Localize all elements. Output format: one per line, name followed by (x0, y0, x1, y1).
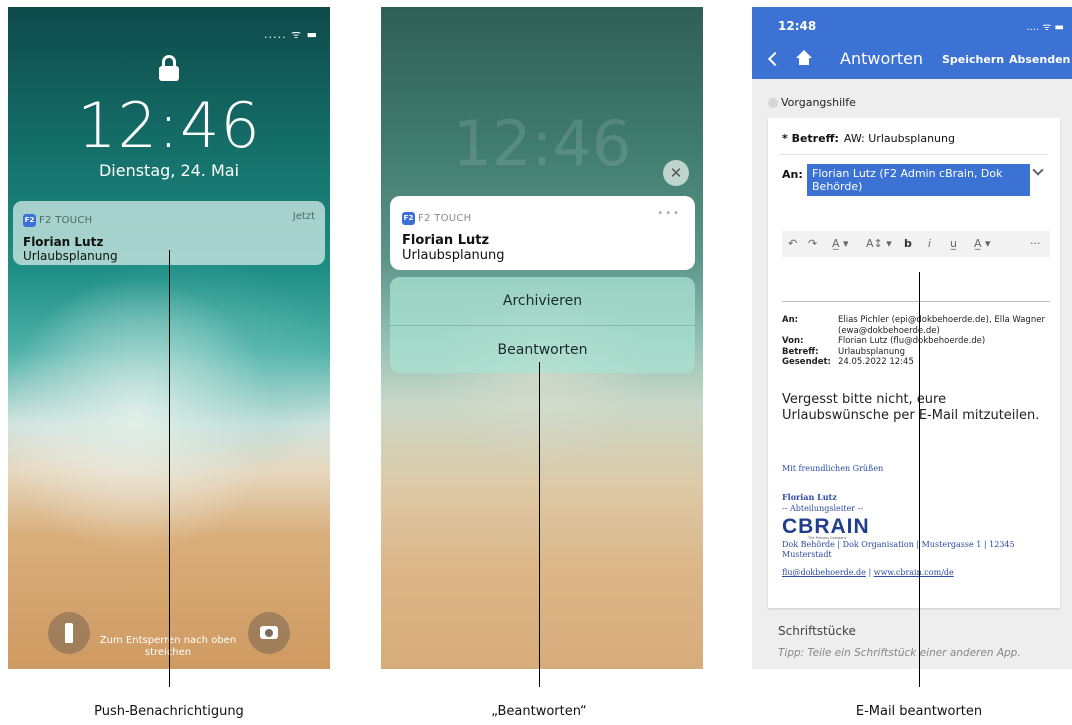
notification-actions: Archivieren Beantworten (390, 277, 695, 373)
blurred-clock: 12:46 (452, 107, 632, 180)
italic-button[interactable]: 𝑖 (928, 237, 931, 251)
nav-bar: 12:48 .... ᯤ ▬ Antworten Speichern Absen… (752, 7, 1072, 79)
quoted-sent-value: 24.05.2022 12:45 (838, 357, 914, 367)
to-label: An: (782, 168, 803, 181)
lock-icon (159, 55, 179, 81)
unlock-hint: Zum Entsperren nach oben streichen (99, 635, 237, 658)
subject-label: * Betreff: (782, 132, 839, 145)
expanded-notification-card[interactable]: F2 F2 TOUCH ••• Florian Lutz Urlaubsplanu… (390, 196, 695, 270)
caption-reply: „Beantworten“ (491, 704, 587, 719)
callout-line-left (169, 250, 170, 687)
help-checkbox[interactable] (768, 98, 778, 108)
notification-message: Urlaubsplanung (402, 248, 505, 263)
more-options-icon[interactable]: ··· (1030, 237, 1041, 250)
caption-reply-email: E-Mail beantworten (855, 704, 983, 719)
chevron-down-icon[interactable] (1032, 164, 1044, 176)
text-style-button[interactable]: A̲ ▾ (832, 237, 849, 250)
callout-line-middle (539, 362, 540, 687)
mail-body[interactable]: Vergesst bitte nicht, eure Urlaubswünsch… (782, 392, 1052, 424)
send-button[interactable]: Absenden (1009, 53, 1070, 66)
lock-clock: 12:46 (77, 89, 261, 162)
notification-sender: Florian Lutz (402, 233, 490, 248)
quoted-sent-label: Gesendet: (782, 357, 831, 367)
documents-section-title: Schriftstücke (778, 624, 856, 638)
subject-row[interactable]: * Betreff: AW: Urlaubsplanung (782, 132, 955, 145)
quote-divider (782, 301, 1050, 302)
quoted-subject-value: Urlaubsplanung (838, 346, 906, 357)
back-icon[interactable] (767, 51, 783, 67)
callout-line-right (919, 272, 920, 687)
quoted-to-label: An: (782, 315, 799, 325)
signature-role: -- Abteilungsleiter -- (782, 504, 864, 513)
signature-email-link[interactable]: flu@dokbehoerde.de (782, 568, 866, 577)
close-icon[interactable]: ✕ (663, 160, 689, 186)
quoted-from-value: Florian Lutz (flu@dokbehoerde.de) (838, 336, 986, 346)
more-icon: ••• (657, 208, 681, 219)
signature-links: flu@dokbehoerde.de | www.cbrain.com/de (782, 568, 954, 577)
signature-name: Florian Lutz (782, 492, 837, 502)
flashlight-button[interactable] (48, 612, 90, 654)
lock-date: Dienstag, 24. Mai (98, 161, 240, 180)
subject-field[interactable]: AW: Urlaubsplanung (844, 132, 955, 145)
save-button[interactable]: Speichern (942, 53, 1004, 66)
undo-icon[interactable]: ↶ (788, 237, 797, 250)
reply-button[interactable]: Beantworten (390, 325, 695, 373)
redo-icon[interactable]: ↷ (808, 237, 817, 250)
camera-icon (260, 626, 278, 639)
notification-app-name: F2 TOUCH (39, 215, 93, 226)
f2-app-icon: F2 (23, 214, 36, 227)
quoted-from-label: Von: (782, 336, 804, 346)
documents-tip: Tipp: Teile ein Schriftstück einer ander… (778, 647, 1021, 659)
reply-screen: 12:48 .... ᯤ ▬ Antworten Speichern Absen… (752, 7, 1072, 669)
f2-app-icon: F2 (402, 212, 415, 225)
signature-greeting: Mit freundlichen Grüßen (782, 464, 884, 473)
notification-app-name: F2 TOUCH (418, 213, 472, 224)
signature-address: Dok Behörde | Dok Organisation | Musterg… (782, 540, 1015, 559)
flashlight-icon (65, 623, 73, 643)
quoted-subject-label: Betreff: (782, 346, 819, 357)
signature-website-link[interactable]: www.cbrain.com/de (874, 568, 954, 577)
archive-button[interactable]: Archivieren (390, 277, 695, 325)
divider (780, 154, 1048, 155)
link-separator: | (868, 568, 872, 577)
status-bar-icons: ..... ᯤ ▬ (264, 28, 318, 41)
expanded-notification-screen: 12:46 ✕ F2 F2 TOUCH ••• Florian Lutz Urla… (381, 7, 703, 669)
font-size-button[interactable]: A↕ ▾ (866, 237, 892, 250)
format-toolbar: ↶ ↷ A̲ ▾ A↕ ▾ b 𝑖 u̲ A̲ ▾ ··· (782, 231, 1050, 257)
status-bar-icons: .... ᯤ ▬ (1026, 22, 1064, 33)
page-title: Antworten (840, 49, 924, 68)
bold-button[interactable]: b (904, 237, 912, 250)
underline-button[interactable]: u̲ (950, 237, 957, 250)
status-time: 12:48 (778, 19, 817, 33)
caption-push-notification: Push-Benachrichtigung (94, 704, 244, 719)
recipient-chip[interactable]: Florian Lutz (F2 Admin cBrain, Dok Behör… (807, 164, 1030, 196)
quoted-to-value: Elias Pichler (epi@dokbehoerde.de), Ella… (838, 315, 1045, 336)
notification-sender: Florian Lutz (23, 235, 104, 249)
text-color-button[interactable]: A̲ ▾ (974, 237, 991, 250)
mail-form: * Betreff: AW: Urlaubsplanung An: Florian… (768, 118, 1060, 608)
notification-time: Jetzt (292, 211, 315, 222)
camera-button[interactable] (248, 612, 290, 654)
home-icon[interactable] (796, 50, 812, 66)
help-label: Vorgangshilfe (781, 96, 856, 109)
process-help-toggle[interactable]: Vorgangshilfe (768, 96, 856, 109)
